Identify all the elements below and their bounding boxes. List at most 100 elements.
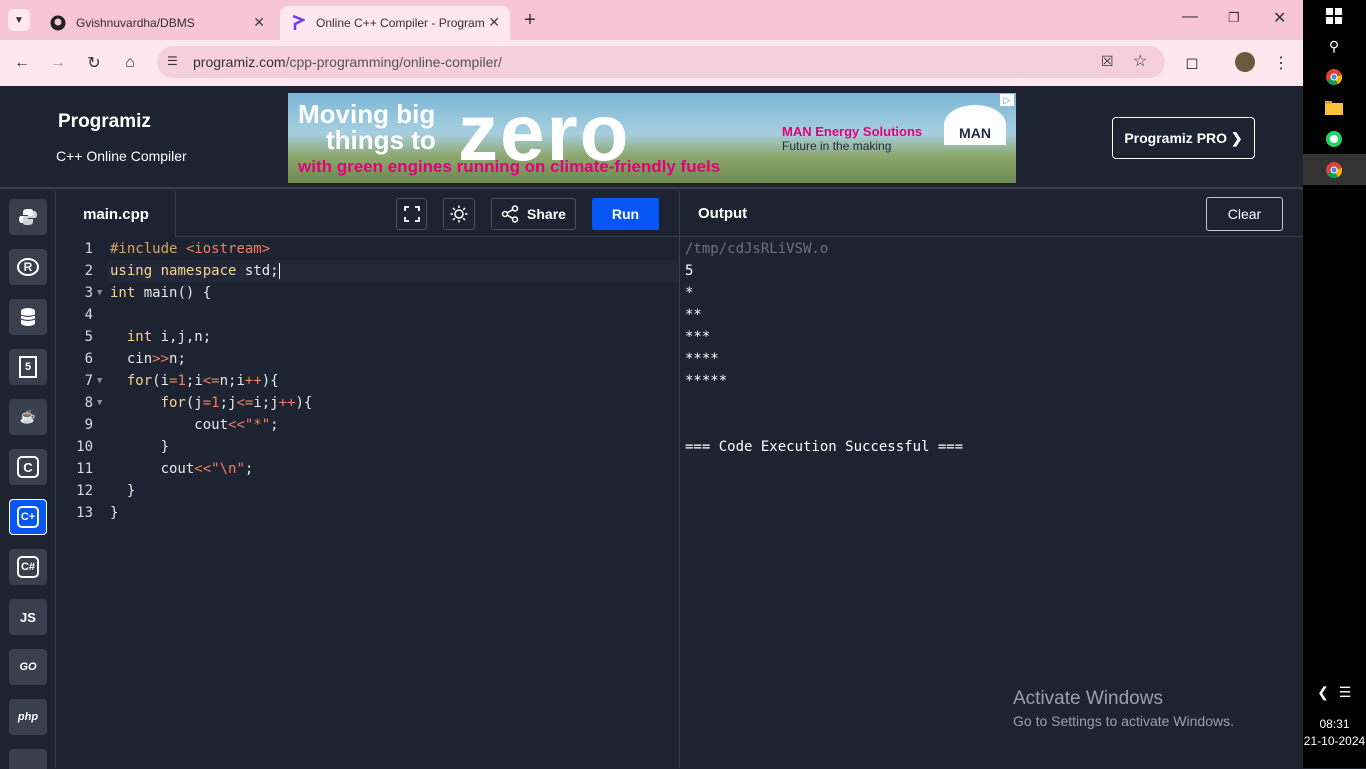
share-icon: [501, 205, 519, 223]
csharp-label: C#: [17, 556, 39, 578]
theme-toggle-icon[interactable]: [443, 198, 475, 230]
code-line: 3 ▼ int main() {: [57, 282, 679, 304]
ad-line3: with green engines running on climate-fr…: [298, 157, 721, 176]
clear-button[interactable]: Clear: [1206, 197, 1283, 231]
editor-toolbar: main.cpp Share Run: [57, 191, 679, 237]
adchoices-icon[interactable]: ▷: [1000, 94, 1014, 106]
java-icon[interactable]: ☕: [9, 399, 47, 435]
output-header: Output Clear: [680, 191, 1304, 237]
whatsapp-icon[interactable]: [1324, 129, 1344, 149]
output-console[interactable]: /tmp/cdJsRLiVSW.o 5 * ** *** **** ***** …: [685, 238, 963, 458]
address-bar: ← → ↻ ⌂ ☰ programiz.com/cpp-programming/…: [0, 40, 1303, 86]
taskbar-clock[interactable]: 08:31 21-10-2024: [1303, 716, 1366, 750]
output-line: /tmp/cdJsRLiVSW.o: [685, 241, 829, 257]
search-icon[interactable]: ⚲: [1324, 36, 1344, 56]
no-tracking-icon[interactable]: ☒: [1101, 53, 1114, 70]
reload-icon[interactable]: ↻: [83, 52, 105, 74]
code-line: 13}: [57, 502, 679, 524]
browser-tab-bar: ▼ Gvishnuvardha/DBMS ✕ Online C++ Compil…: [0, 0, 1303, 40]
home-icon[interactable]: ⌂: [119, 52, 141, 74]
close-tab-icon[interactable]: ✕: [488, 14, 500, 31]
line-number: 4: [84, 307, 93, 323]
sql-icon[interactable]: [9, 299, 47, 335]
tab-title: Gvishnuvardha/DBMS: [76, 16, 195, 30]
code-line: 9 cout<<"*";: [57, 414, 679, 436]
tab-title: Online C++ Compiler - Program: [316, 16, 485, 30]
file-tab[interactable]: main.cpp: [57, 191, 176, 237]
code-line: 1 #include <iostream>: [57, 238, 679, 260]
clock-date: 21-10-2024: [1303, 734, 1366, 748]
profile-avatar[interactable]: [1235, 52, 1255, 72]
minimize-icon[interactable]: —: [1182, 8, 1198, 26]
code-editor[interactable]: 1 #include <iostream> 2 using namespace st…: [57, 238, 679, 768]
cpp-icon[interactable]: C+: [9, 499, 47, 535]
language-sidebar: R 5 ☕ C C+ C# JS GO php: [0, 191, 56, 769]
chrome-icon[interactable]: [1324, 67, 1344, 87]
swift-icon[interactable]: [9, 749, 47, 769]
windows-taskbar: ⚲ ❮ ☰: [1303, 0, 1366, 768]
tab-programiz[interactable]: Online C++ Compiler - Program ✕: [280, 6, 510, 40]
tab-search-icon[interactable]: ▼: [8, 9, 30, 31]
new-tab-icon[interactable]: +: [519, 9, 541, 31]
code-line: 8 ▼ for(j=1;j<=i;j++){: [57, 392, 679, 414]
chrome-active-icon[interactable]: [1324, 160, 1344, 180]
ad-line2: things to: [326, 125, 436, 155]
page-subtitle: C++ Online Compiler: [56, 148, 187, 164]
file-explorer-icon[interactable]: [1324, 98, 1344, 118]
tab-github[interactable]: Gvishnuvardha/DBMS ✕: [40, 6, 275, 40]
bookmark-star-icon[interactable]: ☆: [1133, 51, 1147, 71]
code-line: 4: [57, 304, 679, 326]
line-number: 9: [84, 417, 93, 433]
windows-start-icon[interactable]: [1324, 6, 1344, 26]
line-number: 2: [84, 263, 93, 279]
extensions-icon[interactable]: ◻: [1181, 52, 1203, 74]
url-text: programiz.com/cpp-programming/online-com…: [193, 54, 502, 70]
site-info-icon[interactable]: ☰: [167, 54, 178, 68]
html5-icon[interactable]: 5: [9, 349, 47, 385]
r-icon[interactable]: R: [9, 249, 47, 285]
output-line: 5: [685, 263, 694, 279]
line-number: 7: [84, 373, 93, 389]
close-window-icon[interactable]: ✕: [1273, 8, 1286, 28]
close-tab-icon[interactable]: ✕: [253, 14, 265, 31]
run-button[interactable]: Run: [592, 198, 659, 230]
line-number: 3: [84, 285, 93, 301]
python-icon[interactable]: [9, 199, 47, 235]
fold-arrow-icon[interactable]: ▼: [97, 282, 102, 304]
restore-icon[interactable]: ❐: [1228, 10, 1240, 26]
forward-icon[interactable]: →: [47, 52, 69, 74]
output-panel: Output Clear /tmp/cdJsRLiVSW.o 5 * ** **…: [679, 191, 1304, 768]
advertisement-banner[interactable]: Moving big things to zero with green eng…: [288, 93, 1016, 183]
go-icon[interactable]: GO: [9, 649, 47, 685]
notifications-icon[interactable]: ☰: [1335, 682, 1355, 702]
r-label: R: [17, 258, 39, 276]
url-host: programiz.com: [193, 54, 286, 70]
js-icon[interactable]: JS: [9, 599, 47, 635]
github-icon: [50, 15, 66, 31]
back-icon[interactable]: ←: [11, 52, 33, 74]
chevron-left-icon[interactable]: ❮: [1313, 682, 1333, 702]
fullscreen-icon[interactable]: [396, 198, 427, 230]
c-icon[interactable]: C: [9, 449, 47, 485]
code-line: 12 }: [57, 480, 679, 502]
url-input[interactable]: ☰ programiz.com/cpp-programming/online-c…: [157, 46, 1165, 78]
site-header: Programiz C++ Online Compiler Moving big…: [0, 86, 1303, 189]
output-line: *****: [685, 373, 728, 389]
programiz-logo[interactable]: Programiz: [58, 111, 151, 133]
csharp-icon[interactable]: C#: [9, 549, 47, 585]
code-line: 7 ▼ for(i=1;i<=n;i++){: [57, 370, 679, 392]
share-label: Share: [527, 206, 566, 222]
c-label: C: [17, 456, 39, 478]
line-number: 10: [76, 439, 93, 455]
share-button[interactable]: Share: [491, 198, 576, 230]
line-number: 13: [76, 505, 93, 521]
output-title: Output: [698, 205, 748, 222]
programiz-pro-button[interactable]: Programiz PRO ❯: [1112, 117, 1255, 159]
menu-icon[interactable]: ⋮: [1270, 52, 1292, 74]
programiz-icon: [290, 15, 306, 31]
fold-arrow-icon[interactable]: ▼: [97, 370, 102, 392]
php-icon[interactable]: php: [9, 699, 47, 735]
fold-arrow-icon[interactable]: ▼: [97, 392, 102, 414]
url-path: /cpp-programming/online-compiler/: [285, 54, 502, 70]
